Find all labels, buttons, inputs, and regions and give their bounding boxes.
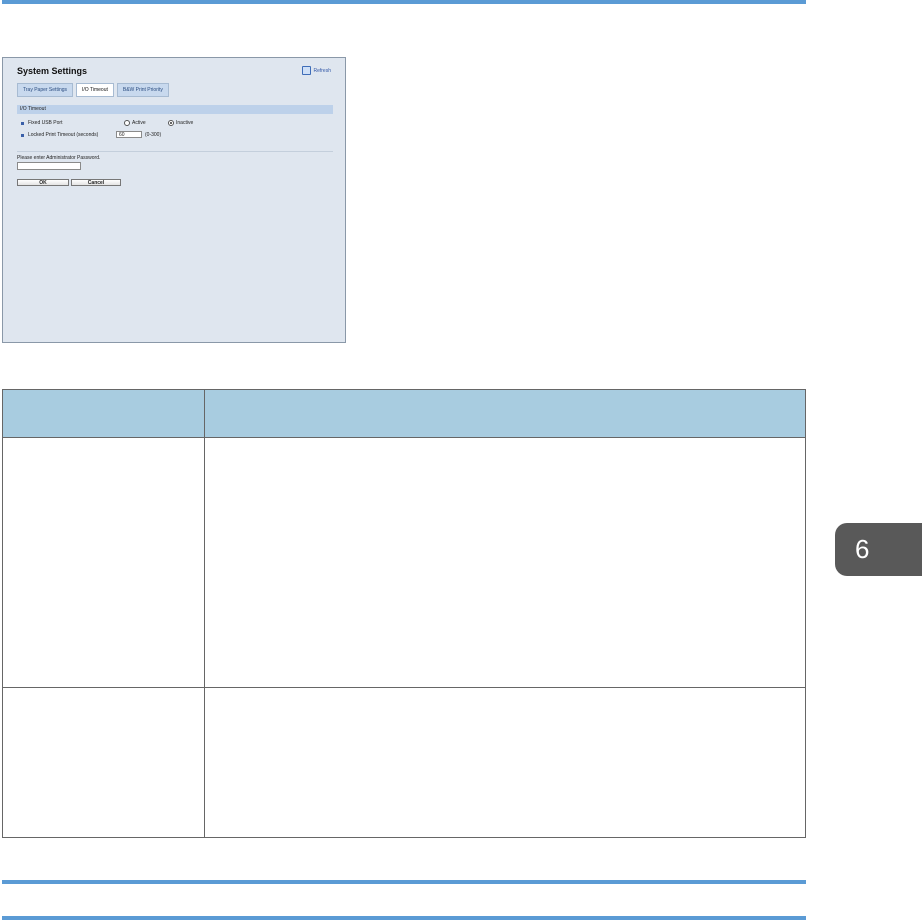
cancel-button[interactable]: Cancel	[71, 179, 121, 186]
divider	[17, 151, 333, 152]
tab-io-timeout[interactable]: I/O Timeout	[76, 83, 114, 97]
refresh-link[interactable]: Refresh	[302, 66, 331, 75]
radio-active-label: Active	[132, 120, 146, 126]
tab-bw-print-priority[interactable]: B&W Print Priority	[116, 83, 169, 97]
bottom-rule	[2, 880, 806, 884]
password-label: Please enter Administrator Password.	[17, 155, 101, 161]
radio-unchecked-icon	[124, 120, 130, 126]
radio-inactive-label: Inactive	[176, 120, 194, 126]
password-input[interactable]	[17, 162, 81, 170]
ok-button[interactable]: OK	[17, 179, 69, 186]
refresh-label: Refresh	[313, 67, 331, 74]
settings-table	[2, 389, 806, 838]
row-divider	[3, 687, 805, 688]
tab-tray-paper-settings[interactable]: Tray Paper Settings	[17, 83, 74, 97]
radio-checked-icon	[168, 120, 174, 126]
table-header	[3, 390, 805, 438]
top-rule	[2, 0, 806, 4]
column-divider	[204, 390, 205, 837]
bullet-icon	[21, 133, 24, 137]
settings-tabs: Tray Paper Settings I/O Timeout B&W Prin…	[17, 83, 169, 97]
chapter-tab: 6	[835, 523, 922, 576]
section-header: I/O Timeout	[17, 105, 333, 114]
locked-print-timeout-input[interactable]: 60	[116, 131, 142, 138]
screenshot-title: System Settings	[17, 66, 88, 76]
radio-active[interactable]: Active	[124, 120, 146, 126]
system-settings-screenshot: System Settings Refresh Tray Paper Setti…	[2, 57, 346, 343]
locked-print-row: Locked Print Timeout (seconds)	[21, 132, 98, 138]
bottom-rule	[2, 916, 806, 920]
fixed-usb-row: Fixed USB Port	[21, 120, 62, 126]
locked-print-label: Locked Print Timeout (seconds)	[28, 132, 99, 138]
bullet-icon	[21, 121, 24, 125]
refresh-icon	[302, 66, 312, 75]
radio-inactive[interactable]: Inactive	[168, 120, 193, 126]
locked-print-range: (0-300)	[145, 132, 162, 138]
fixed-usb-label: Fixed USB Port	[28, 120, 63, 126]
